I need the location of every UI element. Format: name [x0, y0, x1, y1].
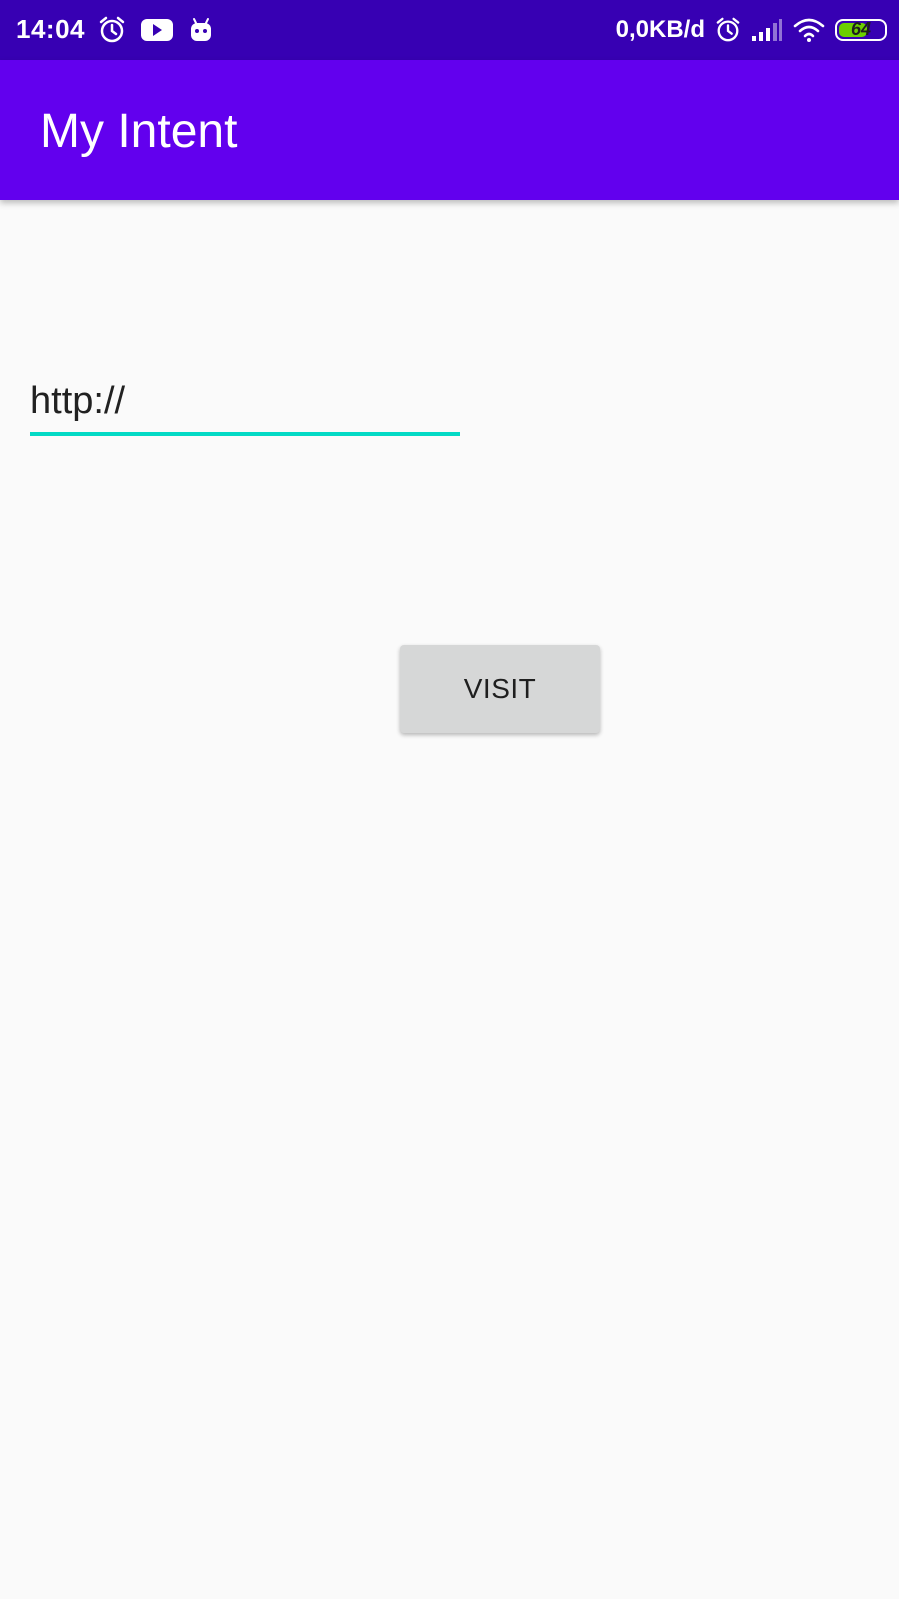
battery-icon: 64 [835, 19, 887, 41]
youtube-icon [140, 17, 174, 43]
url-field[interactable] [30, 372, 460, 436]
status-left-icons [98, 14, 214, 46]
status-right-group: 0,0KB/d 64 [616, 12, 887, 48]
status-time: 14:04 [16, 14, 85, 44]
url-input-underline [30, 432, 460, 436]
visit-button[interactable]: VISIT [400, 645, 600, 733]
url-input[interactable] [30, 372, 460, 430]
alarm-icon [98, 16, 126, 44]
status-bar: 14:04 0,0KB/d 64 [0, 0, 899, 60]
screen: 14:04 0,0KB/d 64 My Intent http:// VISIT [0, 0, 899, 1599]
app-bar: My Intent [0, 60, 899, 200]
wifi-icon [793, 17, 825, 43]
network-speed: 0,0KB/d [615, 16, 705, 43]
app-title: My Intent [40, 105, 238, 158]
signal-icon [751, 18, 783, 42]
android-icon [188, 16, 214, 44]
battery-level: 64 [850, 19, 872, 39]
alarm-icon [715, 17, 741, 43]
